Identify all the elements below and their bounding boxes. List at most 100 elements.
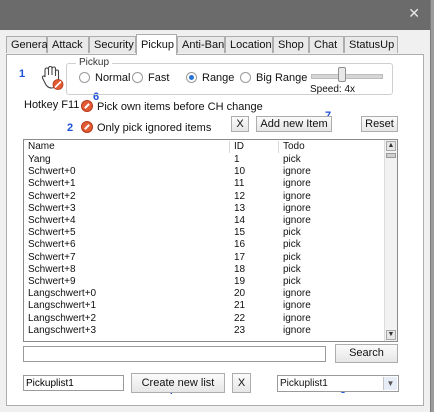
column-header-todo[interactable]: Todo	[283, 141, 305, 153]
pickup-list-select[interactable]: Pickuplist1 ▼	[277, 375, 399, 392]
tab-security[interactable]: Security	[89, 36, 136, 53]
remove-item-button[interactable]: X	[231, 116, 249, 132]
item-name-cell: Schwert+6	[28, 239, 76, 251]
item-todo-cell: pick	[283, 227, 301, 239]
table-row[interactable]: Langschwert+0 20 ignore	[24, 288, 382, 300]
column-header-name[interactable]: Name	[28, 141, 55, 153]
add-new-item-button[interactable]: Add new Item	[256, 116, 332, 132]
item-name-cell: Schwert+9	[28, 276, 76, 287]
radio-circle[interactable]	[132, 72, 143, 83]
table-row[interactable]: Schwert+7 17 pick	[24, 252, 382, 264]
item-todo-cell: ignore	[283, 215, 311, 226]
scrollbar-thumb[interactable]	[386, 153, 396, 158]
column-header-id[interactable]: ID	[234, 141, 244, 153]
item-todo-cell: pick	[283, 239, 301, 251]
table-row[interactable]: Schwert+9 19 pick	[24, 276, 382, 288]
tab-chat[interactable]: Chat	[309, 36, 344, 53]
scroll-down-icon[interactable]: ▼	[386, 330, 396, 340]
item-id-cell: 16	[234, 239, 246, 251]
item-name-cell: Langschwert+3	[28, 324, 97, 336]
annotation-marker: 1	[19, 68, 26, 80]
new-list-name-input[interactable]	[23, 375, 124, 391]
table-row[interactable]: Langschwert+3 23 ignore	[24, 325, 382, 337]
item-id-cell: 20	[234, 288, 246, 300]
column-divider	[278, 141, 279, 153]
table-row[interactable]: Schwert+1 11 ignore	[24, 178, 382, 190]
table-row[interactable]: Yang 1 pick	[24, 154, 382, 166]
hand-pickup-icon	[41, 65, 64, 90]
speed-slider-track[interactable]	[311, 74, 383, 79]
table-row[interactable]: Schwert+3 13 ignore	[24, 203, 382, 215]
option-status-icon[interactable]	[81, 100, 93, 112]
item-id-cell: 23	[234, 324, 246, 336]
radio-label: Normal	[95, 72, 131, 84]
annotation-marker: 2	[67, 122, 74, 134]
option-status-icon[interactable]	[81, 121, 93, 133]
remove-list-button[interactable]: X	[232, 373, 251, 393]
list-scrollbar[interactable]: ▲ ▼	[384, 140, 397, 341]
item-id-cell: 12	[234, 190, 246, 202]
table-row[interactable]: Schwert+2 12 ignore	[24, 191, 382, 203]
table-row[interactable]: Schwert+6 16 pick	[24, 239, 382, 251]
item-name-cell: Langschwert+1	[28, 300, 97, 312]
list-header: Name ID Todo	[24, 141, 382, 153]
item-id-cell: 22	[234, 312, 246, 324]
app-window: ✕ General Attack Security Pickup Anti-Ba…	[0, 0, 431, 412]
item-id-cell: 19	[234, 276, 246, 287]
selected-list-value: Pickuplist1	[280, 378, 328, 389]
tab-pickup[interactable]: Pickup	[136, 34, 177, 55]
search-button[interactable]: Search	[335, 344, 398, 363]
close-icon[interactable]: ✕	[408, 6, 420, 22]
radio-label: Big Range	[256, 72, 308, 84]
item-name-cell: Schwert+3	[28, 202, 76, 214]
item-todo-cell: ignore	[283, 166, 311, 178]
item-id-cell: 21	[234, 300, 246, 312]
item-name-cell: Langschwert+2	[28, 312, 97, 324]
column-divider	[229, 141, 230, 153]
hotkey-label: Hotkey F11	[24, 99, 80, 111]
table-row[interactable]: Schwert+4 14 ignore	[24, 215, 382, 227]
option-label: Only pick ignored items	[97, 122, 212, 134]
item-todo-cell: ignore	[283, 312, 311, 324]
tab-location[interactable]: Location	[225, 36, 273, 53]
radio-circle[interactable]	[79, 72, 90, 83]
table-row[interactable]: Langschwert+1 21 ignore	[24, 300, 382, 312]
table-row[interactable]: Langschwert+2 22 ignore	[24, 313, 382, 325]
tab-attack[interactable]: Attack	[47, 36, 89, 53]
radio-circle[interactable]	[240, 72, 251, 83]
speed-slider-thumb[interactable]	[338, 67, 346, 82]
item-todo-cell: ignore	[283, 300, 311, 312]
reset-button[interactable]: Reset	[361, 116, 398, 132]
item-name-cell: Schwert+8	[28, 263, 76, 275]
speed-label: Speed: 4x	[310, 84, 356, 95]
item-id-cell: 13	[234, 202, 246, 214]
tab-statusup[interactable]: StatusUp	[344, 36, 398, 53]
radio-circle-selected[interactable]	[186, 72, 197, 83]
option-label: Pick own items before CH change	[97, 101, 263, 113]
item-id-cell: 18	[234, 263, 246, 275]
radio-label: Range	[202, 72, 235, 84]
create-new-list-button[interactable]: Create new list	[131, 373, 225, 393]
table-row[interactable]: Schwert+0 10 ignore	[24, 166, 382, 178]
tab-general[interactable]: General	[6, 36, 50, 53]
item-name-cell: Langschwert+0	[28, 288, 97, 300]
pickup-item-list[interactable]: Name ID Todo Yang 1 pick Schwert+0 10 ignore S…	[23, 139, 398, 342]
item-id-cell: 1	[234, 154, 240, 165]
item-todo-cell: pick	[283, 154, 301, 165]
item-todo-cell: ignore	[283, 202, 311, 214]
search-input[interactable]	[23, 346, 326, 362]
item-name-cell: Schwert+5	[28, 227, 76, 239]
item-id-cell: 14	[234, 215, 246, 226]
item-id-cell: 17	[234, 251, 246, 263]
item-name-cell: Yang	[28, 154, 51, 165]
chevron-down-icon[interactable]: ▼	[383, 377, 397, 390]
tab-anti-ban[interactable]: Anti-Ban	[177, 36, 225, 53]
table-row[interactable]: Schwert+5 15 pick	[24, 227, 382, 239]
tab-shop[interactable]: Shop	[273, 36, 309, 53]
scroll-up-icon[interactable]: ▲	[386, 141, 396, 151]
item-todo-cell: ignore	[283, 324, 311, 336]
item-todo-cell: ignore	[283, 288, 311, 300]
item-todo-cell: ignore	[283, 190, 311, 202]
table-row[interactable]: Schwert+8 18 pick	[24, 264, 382, 276]
item-name-cell: Schwert+0	[28, 166, 76, 178]
